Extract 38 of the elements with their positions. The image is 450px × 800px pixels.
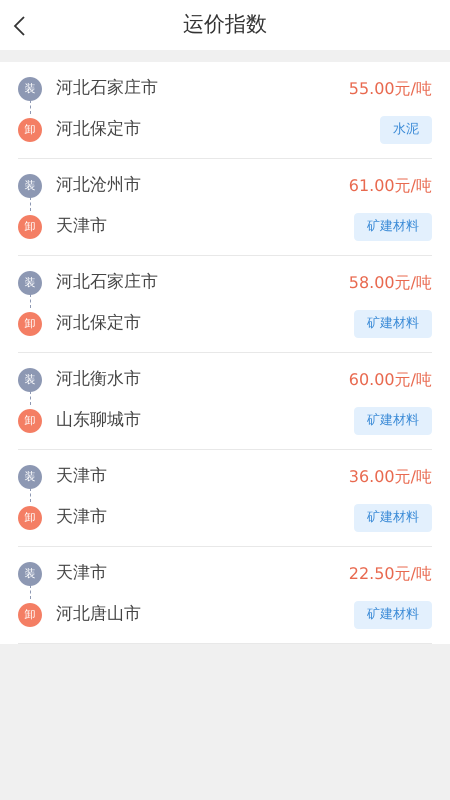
cargo-tag: 矿建材料 — [354, 504, 432, 532]
destination-city: 山东聊城市 — [56, 409, 141, 432]
back-icon[interactable] — [13, 16, 25, 36]
origin-city: 天津市 — [56, 562, 107, 586]
unload-badge: 卸 — [18, 118, 42, 142]
page-title: 运价指数 — [183, 11, 267, 38]
cargo-tag: 矿建材料 — [354, 310, 432, 338]
unload-badge: 卸 — [18, 506, 42, 530]
unload-badge: 卸 — [18, 408, 42, 433]
destination-city: 河北保定市 — [56, 118, 141, 141]
load-badge: 装 — [18, 77, 42, 101]
cargo-tag: 水泥 — [380, 116, 432, 144]
origin-city: 河北衡水市 — [56, 368, 141, 392]
destination-city: 河北唐山市 — [56, 603, 141, 626]
load-badge: 装 — [18, 562, 42, 586]
price: 22.50元/吨 — [348, 563, 432, 585]
unload-badge: 卸 — [18, 214, 42, 239]
destination-city: 天津市 — [56, 215, 107, 238]
cargo-tag: 矿建材料 — [354, 600, 432, 629]
load-badge: 装 — [18, 368, 42, 392]
origin-city: 河北石家庄市 — [56, 271, 158, 294]
origin-city: 河北沧州市 — [56, 174, 141, 198]
load-badge: 装 — [18, 271, 42, 295]
destination-city: 天津市 — [56, 506, 107, 529]
price: 58.00元/吨 — [348, 272, 432, 294]
destination-city: 河北保定市 — [56, 312, 141, 335]
cargo-tag: 矿建材料 — [354, 212, 432, 241]
price: 60.00元/吨 — [348, 369, 432, 391]
unload-badge: 卸 — [18, 602, 42, 627]
price: 55.00元/吨 — [348, 78, 432, 100]
origin-city: 天津市 — [56, 465, 107, 488]
price: 61.00元/吨 — [348, 175, 432, 197]
load-badge: 装 — [18, 174, 42, 198]
unload-badge: 卸 — [18, 312, 42, 336]
cargo-tag: 矿建材料 — [354, 406, 432, 435]
load-badge: 装 — [18, 465, 42, 489]
origin-city: 河北石家庄市 — [56, 77, 158, 100]
price: 36.00元/吨 — [348, 466, 432, 488]
